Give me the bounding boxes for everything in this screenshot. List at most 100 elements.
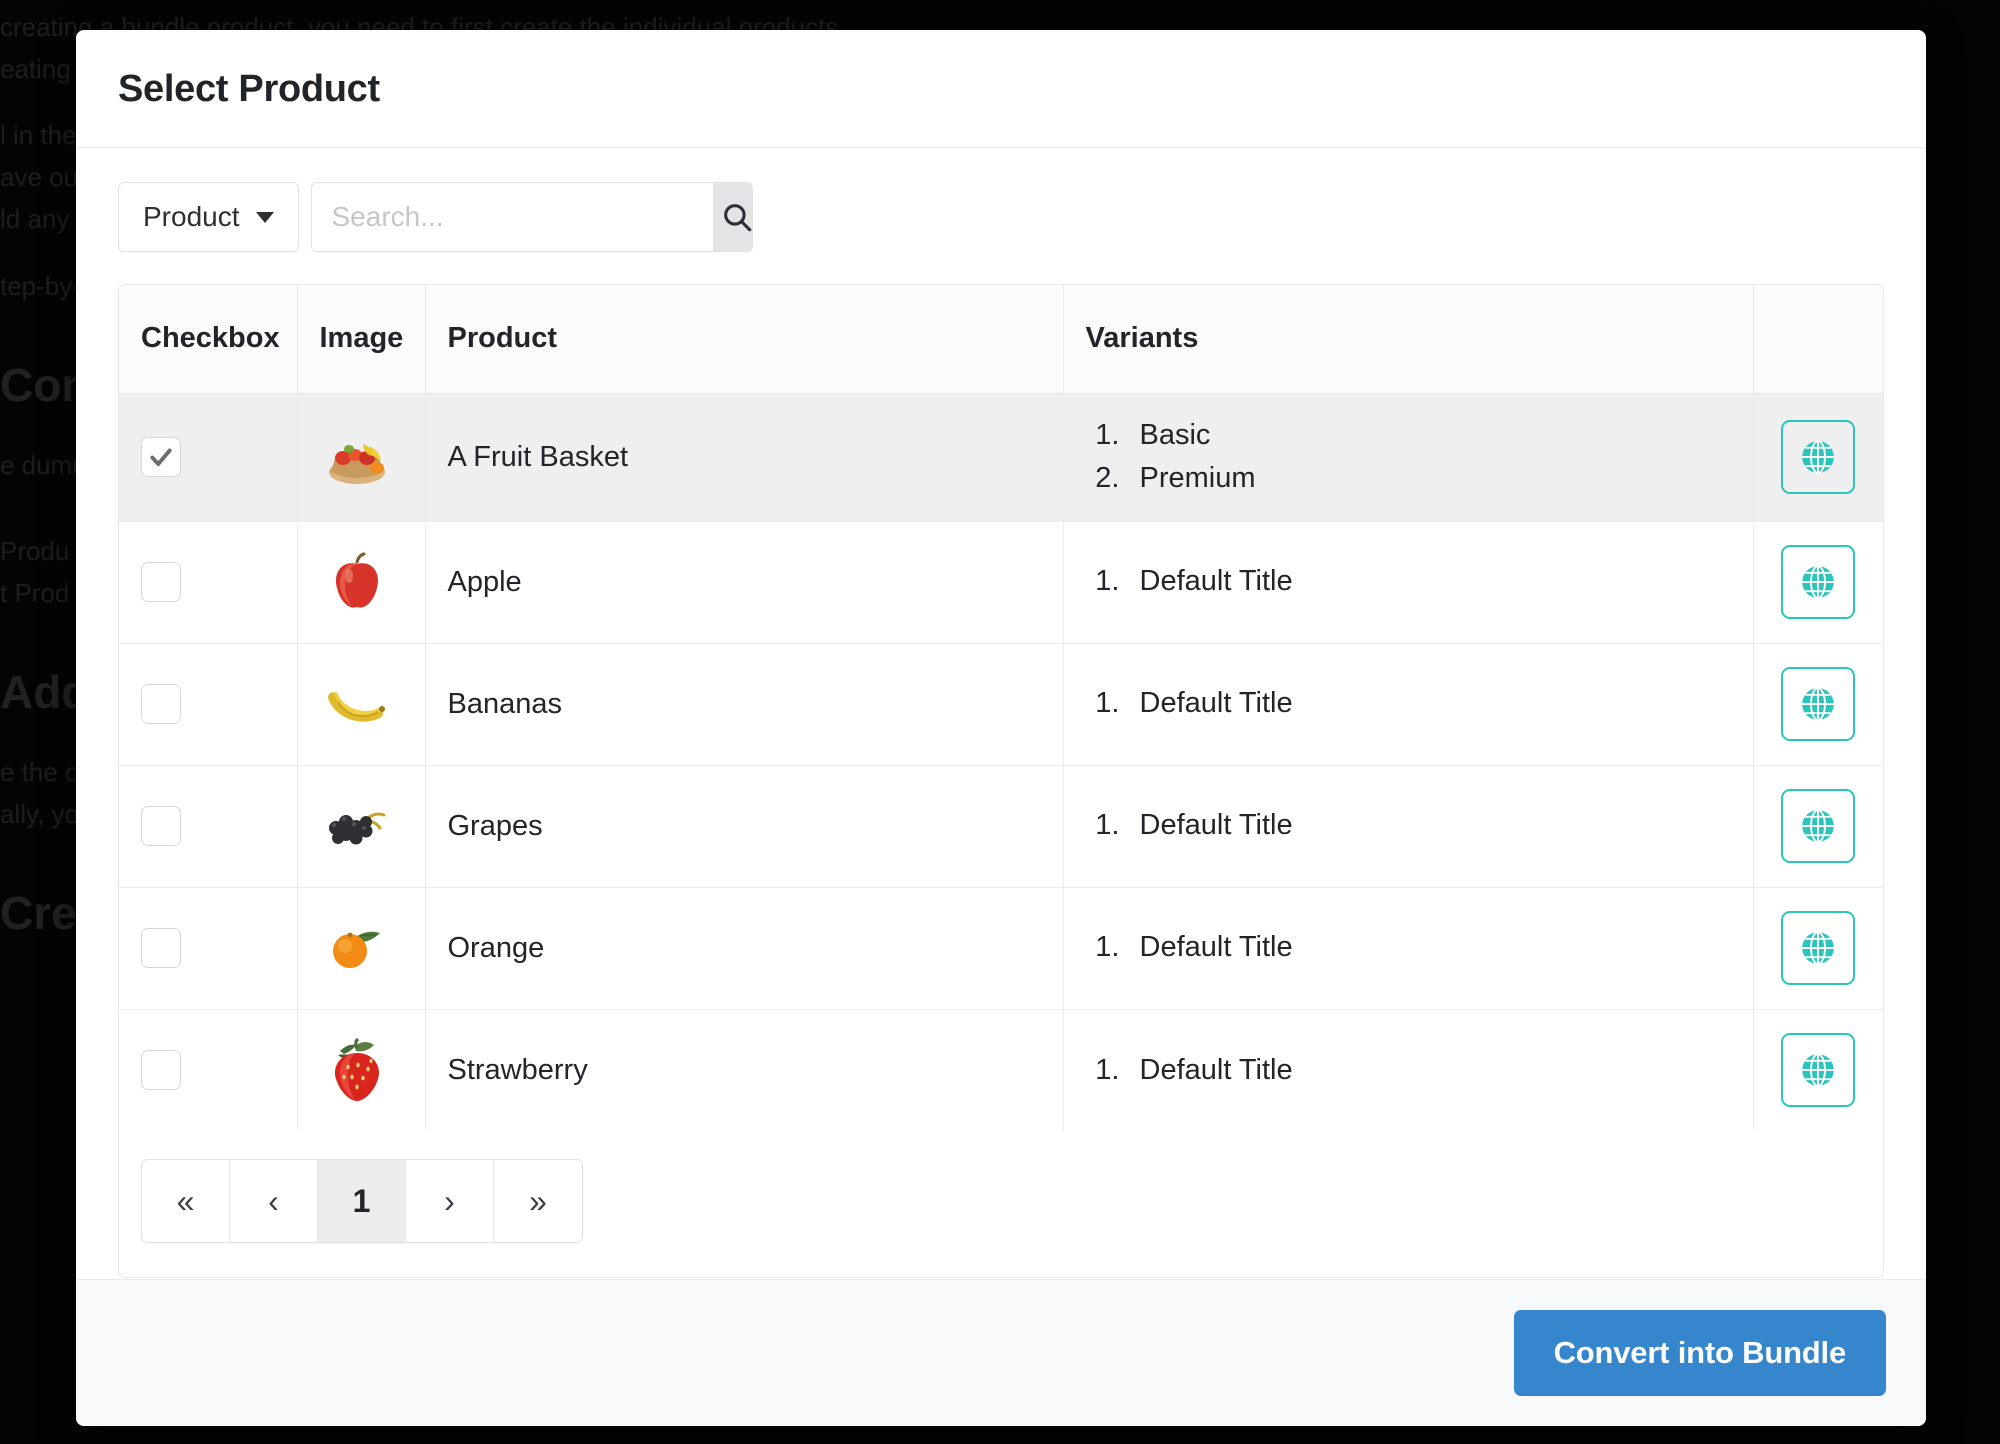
row-action-cell xyxy=(1753,1009,1883,1131)
variant-list: Default Title xyxy=(1086,926,1731,970)
row-image-cell xyxy=(297,643,426,766)
row-checkbox[interactable] xyxy=(141,806,181,846)
row-action-cell xyxy=(1753,887,1883,1010)
row-checkbox-cell xyxy=(119,887,298,1010)
column-header-variants: Variants xyxy=(1063,285,1754,394)
variant-item: Default Title xyxy=(1128,926,1731,970)
row-product-name: Grapes xyxy=(425,765,1064,888)
pagination-last-button[interactable]: » xyxy=(494,1160,582,1242)
row-action-cell xyxy=(1753,765,1883,888)
row-image-cell xyxy=(297,393,426,522)
row-action-cell xyxy=(1753,643,1883,766)
variant-item: Premium xyxy=(1128,457,1731,501)
table-row[interactable]: Grapes Default Title xyxy=(119,765,1883,888)
globe-icon xyxy=(1802,687,1835,721)
modal-footer: Convert into Bundle xyxy=(76,1279,1926,1426)
pagination-container: « ‹ 1 › » xyxy=(119,1131,1883,1277)
row-product-name: A Fruit Basket xyxy=(425,393,1064,522)
pagination-first-button[interactable]: « xyxy=(142,1160,230,1242)
product-table: Checkbox Image Product Variants A Fruit … xyxy=(119,285,1883,1131)
select-product-modal: Select Product Product Search... Checkbo… xyxy=(76,30,1926,1426)
pagination-next-button[interactable]: › xyxy=(406,1160,494,1242)
row-image-cell xyxy=(297,887,426,1010)
product-filter-dropdown[interactable]: Product xyxy=(118,182,299,252)
row-checkbox[interactable] xyxy=(141,437,181,477)
product-globe-button[interactable] xyxy=(1781,911,1856,985)
product-globe-button[interactable] xyxy=(1781,1033,1856,1108)
variant-list: BasicPremium xyxy=(1086,414,1731,501)
globe-icon xyxy=(1802,809,1835,843)
row-checkbox[interactable] xyxy=(141,928,181,968)
globe-icon xyxy=(1802,1053,1835,1088)
variant-item: Default Title xyxy=(1128,682,1731,726)
globe-icon xyxy=(1802,565,1835,599)
variant-item: Default Title xyxy=(1128,1049,1731,1093)
search-group xyxy=(310,182,753,252)
variant-item: Default Title xyxy=(1128,804,1731,848)
column-header-action xyxy=(1753,285,1883,394)
column-header-checkbox: Checkbox xyxy=(119,285,298,394)
row-checkbox-cell xyxy=(119,521,298,644)
row-variants-cell: Default Title xyxy=(1063,643,1754,766)
row-action-cell xyxy=(1753,521,1883,644)
column-header-image: Image xyxy=(297,285,426,394)
product-globe-button[interactable] xyxy=(1781,545,1856,619)
row-image-cell xyxy=(297,521,426,644)
row-variants-cell: BasicPremium xyxy=(1063,393,1754,522)
chevron-down-icon xyxy=(255,211,274,223)
orange-thumbnail xyxy=(320,915,394,981)
variant-list: Default Title xyxy=(1086,1049,1731,1093)
product-table-card: Checkbox Image Product Variants A Fruit … xyxy=(118,284,1884,1278)
modal-title: Select Product xyxy=(118,68,380,110)
row-product-name: Apple xyxy=(425,521,1064,644)
pagination: « ‹ 1 › » xyxy=(141,1159,583,1243)
row-product-name: Orange xyxy=(425,887,1064,1010)
row-image-cell xyxy=(297,765,426,888)
table-row[interactable]: Bananas Default Title xyxy=(119,643,1883,766)
table-header-row: Checkbox Image Product Variants xyxy=(119,285,1883,394)
row-image-cell xyxy=(297,1009,426,1131)
row-checkbox-cell xyxy=(119,643,298,766)
variant-item: Basic xyxy=(1128,414,1731,458)
modal-body: Product Search... Checkbox Image Product… xyxy=(76,148,1926,1279)
table-head: Checkbox Image Product Variants xyxy=(119,285,1883,394)
search-input[interactable] xyxy=(311,183,713,251)
apple-thumbnail xyxy=(320,549,394,615)
table-row[interactable]: Orange Default Title xyxy=(119,887,1883,1010)
row-variants-cell: Default Title xyxy=(1063,1009,1754,1131)
row-variants-cell: Default Title xyxy=(1063,765,1754,888)
column-header-product: Product xyxy=(425,285,1064,394)
table-body: A Fruit Basket BasicPremium Apple Default … xyxy=(119,393,1883,1131)
table-row[interactable]: A Fruit Basket BasicPremium xyxy=(119,393,1883,522)
modal-header: Select Product xyxy=(76,30,1926,148)
globe-icon xyxy=(1802,440,1835,474)
row-checkbox[interactable] xyxy=(141,1050,181,1091)
row-checkbox-cell xyxy=(119,393,298,522)
search-toolbar: Product xyxy=(118,182,1884,252)
variant-item: Default Title xyxy=(1128,560,1731,604)
row-product-name: Strawberry xyxy=(425,1009,1064,1131)
pagination-page-1[interactable]: 1 xyxy=(318,1160,406,1242)
row-checkbox[interactable] xyxy=(141,562,181,602)
table-row[interactable]: Strawberry Default Title xyxy=(119,1009,1883,1131)
banana-thumbnail xyxy=(320,671,394,737)
grapes-thumbnail xyxy=(320,793,394,859)
search-button[interactable] xyxy=(712,183,752,251)
variant-list: Default Title xyxy=(1086,804,1731,848)
variant-list: Default Title xyxy=(1086,560,1731,604)
row-checkbox-cell xyxy=(119,1009,298,1131)
convert-into-bundle-button[interactable]: Convert into Bundle xyxy=(1513,1310,1886,1396)
row-checkbox[interactable] xyxy=(141,684,181,724)
row-product-name: Bananas xyxy=(425,643,1064,766)
search-icon xyxy=(723,204,751,232)
row-variants-cell: Default Title xyxy=(1063,521,1754,644)
pagination-prev-button[interactable]: ‹ xyxy=(230,1160,318,1242)
row-action-cell xyxy=(1753,393,1883,522)
product-globe-button[interactable] xyxy=(1781,420,1856,494)
row-checkbox-cell xyxy=(119,765,298,888)
table-row[interactable]: Apple Default Title xyxy=(119,521,1883,644)
variant-list: Default Title xyxy=(1086,682,1731,726)
globe-icon xyxy=(1802,931,1835,965)
product-globe-button[interactable] xyxy=(1781,789,1856,863)
product-globe-button[interactable] xyxy=(1781,667,1856,741)
